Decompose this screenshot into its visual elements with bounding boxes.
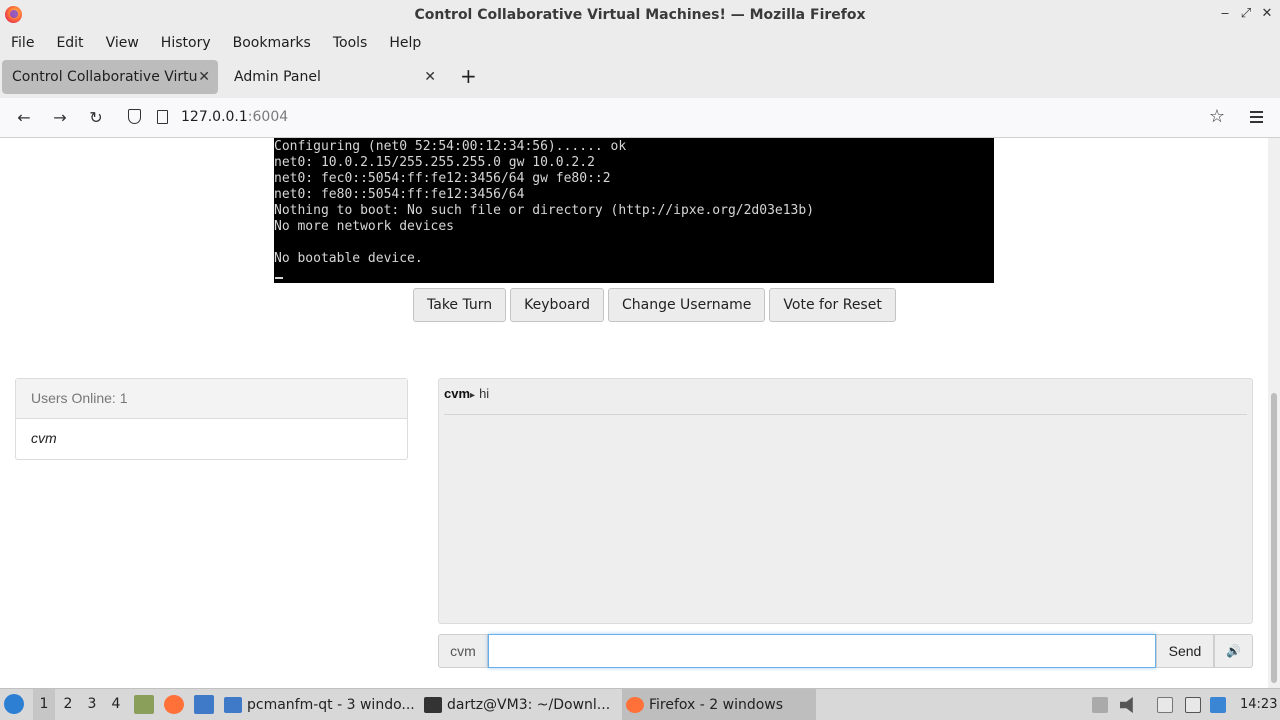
firefox-icon (626, 697, 644, 713)
tray-updates-icon[interactable] (1092, 697, 1108, 713)
task-terminal[interactable]: dartz@VM3: ~/Downl... (424, 689, 616, 720)
chat-username-label: cvm (438, 634, 488, 668)
workspace-4[interactable]: 4 (105, 696, 127, 712)
bookmark-star-icon[interactable]: ☆ (1207, 106, 1227, 127)
console-line: Configuring (net0 52:54:00:12:34:56)....… (274, 139, 627, 154)
forward-icon[interactable]: → (50, 108, 70, 127)
new-tab-button[interactable]: + (460, 66, 477, 86)
chat-username: cvm (444, 386, 471, 401)
scrollbar-thumb[interactable] (1271, 393, 1277, 683)
page-content: Configuring (net0 52:54:00:12:34:56)....… (0, 138, 1268, 688)
chat-message: cvm▸ hi (444, 386, 1247, 415)
menu-bar: File Edit View History Bookmarks Tools H… (0, 30, 1280, 56)
desktop-launcher-icon[interactable] (194, 695, 214, 714)
window-titlebar: Control Collaborative Virtual Machines! … (0, 0, 1280, 30)
minimize-button[interactable]: ‒ (1217, 6, 1233, 21)
nav-bar: ← → ↻ 127.0.0.1:6004 ☆ (0, 98, 1280, 138)
back-icon[interactable]: ← (14, 108, 34, 127)
users-online-header: Users Online: 1 (16, 379, 407, 419)
tracking-shield-icon[interactable] (128, 109, 141, 124)
url-bar[interactable]: 127.0.0.1:6004 (181, 109, 288, 125)
menu-tools[interactable]: Tools (325, 35, 376, 51)
reload-icon[interactable]: ↻ (86, 108, 106, 127)
console-line: No more network devices (274, 219, 455, 234)
firefox-launcher-icon[interactable] (164, 695, 184, 714)
task-label: dartz@VM3: ~/Downl... (447, 697, 611, 713)
vote-reset-button[interactable]: Vote for Reset (769, 288, 896, 322)
user-list-item: cvm (31, 430, 57, 446)
console-cursor (275, 277, 283, 279)
menu-view[interactable]: View (98, 35, 147, 51)
users-online-panel: Users Online: 1 cvm (15, 378, 408, 460)
page-info-icon[interactable] (157, 110, 168, 124)
folder-icon (224, 697, 242, 713)
tray-clipboard-icon[interactable] (1157, 697, 1173, 713)
app-menu-icon[interactable] (1250, 111, 1263, 126)
url-host: 127.0.0.1 (181, 109, 248, 125)
tab-close-icon[interactable]: ✕ (198, 69, 210, 85)
url-port: :6004 (247, 109, 289, 125)
console-line: net0: fe80::5054:ff:fe12:3456/64 (274, 187, 525, 202)
start-menu-icon[interactable] (4, 694, 24, 714)
volume-icon[interactable]: 🔊 (1214, 634, 1253, 668)
tab-label: Admin Panel (234, 69, 321, 85)
menu-history[interactable]: History (153, 35, 219, 51)
close-window-button[interactable]: ✕ (1259, 6, 1275, 21)
console-line: net0: 10.0.2.15/255.255.255.0 gw 10.0.2.… (274, 155, 595, 170)
take-turn-button[interactable]: Take Turn (413, 288, 507, 322)
task-label: pcmanfm-qt - 3 windo... (247, 697, 415, 713)
tab-admin-panel[interactable]: Admin Panel ✕ (224, 60, 444, 94)
tray-display-icon[interactable] (1185, 697, 1201, 713)
file-manager-launcher-icon[interactable] (134, 695, 154, 714)
page-scrollbar[interactable] (1268, 138, 1280, 688)
console-line: No bootable device. (274, 251, 423, 266)
console-line: Nothing to boot: No such file or directo… (274, 203, 815, 218)
chat-arrow-icon: ▸ (470, 390, 476, 401)
chat-input-row: cvm Send 🔊 (438, 634, 1253, 668)
menu-help[interactable]: Help (381, 35, 429, 51)
vm-controls: Take Turn Keyboard Change Username Vote … (413, 288, 896, 322)
tray-volume-icon[interactable] (1120, 697, 1133, 713)
keyboard-button[interactable]: Keyboard (510, 288, 604, 322)
task-firefox[interactable]: Firefox - 2 windows (622, 689, 816, 720)
taskbar: 1 2 3 4 pcmanfm-qt - 3 windo... dartz@VM… (0, 688, 1280, 720)
maximize-button[interactable]: ⤢ (1238, 6, 1254, 21)
window-title: Control Collaborative Virtual Machines! … (414, 7, 866, 23)
task-label: Firefox - 2 windows (649, 697, 784, 713)
terminal-icon (424, 697, 442, 713)
tray-network-icon[interactable] (1210, 697, 1226, 713)
console-line: net0: fec0::5054:ff:fe12:3456/64 gw fe80… (274, 171, 611, 186)
tab-cvm[interactable]: Control Collaborative Virtual Machines! … (2, 60, 218, 94)
change-username-button[interactable]: Change Username (607, 288, 766, 322)
chat-panel: cvm▸ hi (438, 378, 1253, 624)
vm-display[interactable]: Configuring (net0 52:54:00:12:34:56)....… (274, 138, 994, 283)
menu-file[interactable]: File (3, 35, 42, 51)
menu-bookmarks[interactable]: Bookmarks (225, 35, 319, 51)
chat-input[interactable] (488, 634, 1156, 668)
send-button[interactable]: Send (1156, 634, 1214, 668)
workspace-2[interactable]: 2 (57, 696, 79, 712)
tab-label: Control Collaborative Virtual Machines! (12, 69, 198, 85)
chat-text: hi (479, 386, 490, 401)
workspace-3[interactable]: 3 (81, 696, 103, 712)
tab-strip: Control Collaborative Virtual Machines! … (0, 56, 1280, 98)
menu-edit[interactable]: Edit (48, 35, 91, 51)
tab-close-icon[interactable]: ✕ (424, 69, 436, 85)
workspace-1[interactable]: 1 (33, 689, 55, 720)
task-pcmanfm[interactable]: pcmanfm-qt - 3 windo... (224, 689, 416, 720)
clock: 14:23 (1240, 697, 1278, 712)
